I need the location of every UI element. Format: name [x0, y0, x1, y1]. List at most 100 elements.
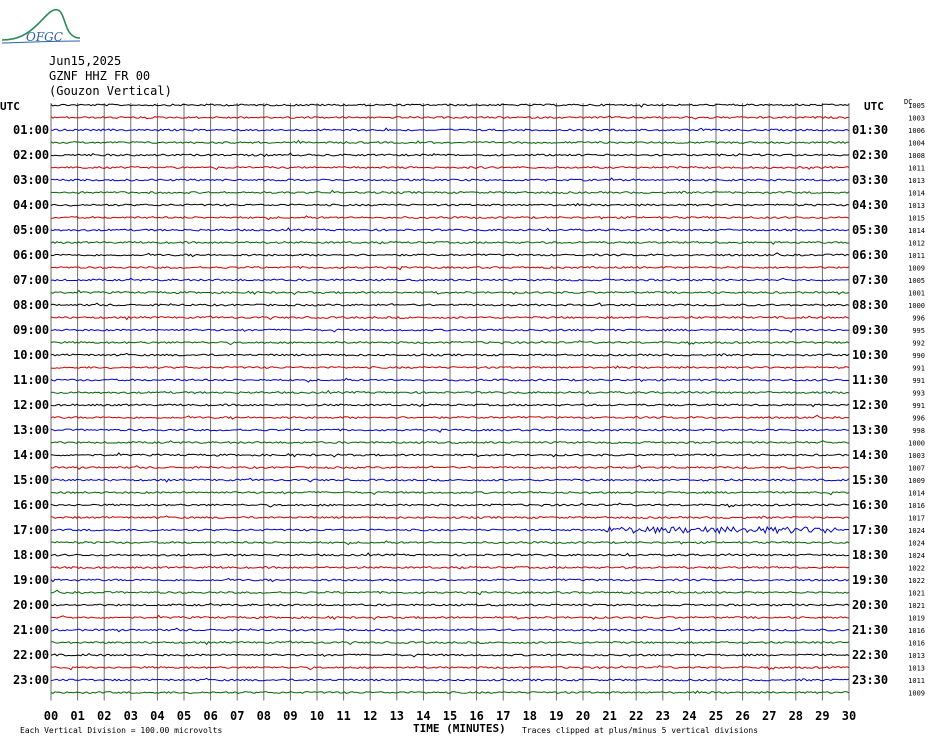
right-time-label: 11:30 — [852, 373, 888, 387]
left-utc-label: UTC — [0, 100, 20, 113]
dc-offset-label: 1011 — [908, 252, 925, 260]
x-tick-label: 26 — [735, 709, 749, 723]
right-time-label: 08:30 — [852, 298, 888, 312]
left-time-label: 16:00 — [13, 498, 49, 512]
right-time-label: 10:30 — [852, 348, 888, 362]
left-time-labels: 01:00 02:00 03:00 04:00 05:00 06:00 07:00 08:00… — [13, 123, 49, 687]
left-time-label: 12:00 — [13, 398, 49, 412]
footer-scale-note: Each Vertical Division = 100.00 microvol… — [20, 726, 222, 735]
dc-offset-label: 996 — [912, 315, 925, 323]
dc-offset-label: 1016 — [908, 627, 925, 635]
x-tick-label: 07 — [230, 709, 244, 723]
left-time-label: 17:00 — [13, 523, 49, 537]
left-time-label: 15:00 — [13, 473, 49, 487]
left-time-label: 11:00 — [13, 373, 49, 387]
left-time-label: 14:00 — [13, 448, 49, 462]
right-time-label: 05:30 — [852, 223, 888, 237]
x-tick-label: 21 — [602, 709, 616, 723]
right-time-label: 20:30 — [852, 598, 888, 612]
x-tick-label: 02 — [97, 709, 111, 723]
x-tick-label: 30 — [842, 709, 856, 723]
left-time-label: 19:00 — [13, 573, 49, 587]
dc-offset-label: 1000 — [908, 302, 925, 310]
dc-offset-labels: 1005 1003 1006 1004 1008 1011 1013 1014 1013 1015… — [908, 102, 925, 698]
left-time-label: 05:00 — [13, 223, 49, 237]
left-time-label: 18:00 — [13, 548, 49, 562]
dc-offset-label: 1007 — [908, 465, 925, 473]
left-time-label: 01:00 — [13, 123, 49, 137]
dc-offset-label: 1013 — [908, 177, 925, 185]
x-tick-label: 04 — [150, 709, 164, 723]
helicorder-plot: 01:00 02:00 03:00 04:00 05:00 06:00 07:00 08:00… — [0, 98, 925, 735]
left-time-label: 03:00 — [13, 173, 49, 187]
right-utc-label: UTC — [864, 100, 884, 113]
dc-offset-label: 990 — [912, 352, 925, 360]
dc-offset-label: 1024 — [908, 540, 925, 548]
dc-offset-label: 995 — [912, 327, 925, 335]
x-tick-label: 03 — [124, 709, 138, 723]
dc-offset-label: 1013 — [908, 202, 925, 210]
left-time-label: 07:00 — [13, 273, 49, 287]
right-time-label: 12:30 — [852, 398, 888, 412]
x-tick-label: 17 — [496, 709, 510, 723]
x-tick-label: 08 — [257, 709, 271, 723]
x-axis-label: TIME (MINUTES) — [413, 722, 506, 735]
left-time-label: 13:00 — [13, 423, 49, 437]
x-tick-label: 29 — [815, 709, 829, 723]
dc-offset-label: 1022 — [908, 565, 925, 573]
dc-offset-label: 1006 — [908, 127, 925, 135]
dc-offset-label: 1014 — [908, 490, 925, 498]
x-tick-label: 14 — [416, 709, 430, 723]
right-time-label: 02:30 — [852, 148, 888, 162]
x-tick-label: 05 — [177, 709, 191, 723]
dc-offset-label: 1022 — [908, 577, 925, 585]
left-time-label: 08:00 — [13, 298, 49, 312]
right-time-label: 01:30 — [852, 123, 888, 137]
dc-offset-label: 1005 — [908, 277, 925, 285]
dc-offset-label: 1001 — [908, 290, 925, 298]
x-tick-label: 12 — [363, 709, 377, 723]
right-time-label: 19:30 — [852, 573, 888, 587]
x-tick-label: 23 — [656, 709, 670, 723]
dc-offset-label: 1003 — [908, 452, 925, 460]
dc-offset-label: 1004 — [908, 140, 925, 148]
dc-offset-label: 1017 — [908, 515, 925, 523]
x-tick-label: 11 — [336, 709, 350, 723]
dc-offset-label: 1013 — [908, 652, 925, 660]
right-time-label: 07:30 — [852, 273, 888, 287]
left-time-label: 06:00 — [13, 248, 49, 262]
right-time-labels: 01:30 02:30 03:30 04:30 05:30 06:30 07:30 08:30… — [852, 123, 888, 687]
dc-offset-label: 1000 — [908, 440, 925, 448]
right-time-label: 23:30 — [852, 673, 888, 687]
right-time-label: 13:30 — [852, 423, 888, 437]
dc-offset-label: 992 — [912, 340, 925, 348]
dc-offset-label: 1016 — [908, 640, 925, 648]
dc-offset-label: 1009 — [908, 265, 925, 273]
x-tick-label: 00 — [44, 709, 58, 723]
dc-offset-label: 1012 — [908, 240, 925, 248]
right-time-label: 14:30 — [852, 448, 888, 462]
right-time-label: 15:30 — [852, 473, 888, 487]
footer-clip-note: Traces clipped at plus/minus 5 vertical … — [522, 726, 758, 735]
dc-offset-label: 1021 — [908, 590, 925, 598]
right-time-label: 03:30 — [852, 173, 888, 187]
left-time-label: 02:00 — [13, 148, 49, 162]
dc-offset-label: 1009 — [908, 690, 925, 698]
dc-offset-label: 991 — [912, 377, 925, 385]
dc-offset-label: 993 — [912, 390, 925, 398]
dc-offset-label: 1003 — [908, 115, 925, 123]
dc-offset-label: 1024 — [908, 552, 925, 560]
dc-offset-label: 998 — [912, 427, 925, 435]
dc-offset-label: 1008 — [908, 152, 925, 160]
left-time-label: 10:00 — [13, 348, 49, 362]
right-time-label: 18:30 — [852, 548, 888, 562]
dc-offset-label: 1014 — [908, 190, 925, 198]
x-tick-label: 16 — [469, 709, 483, 723]
x-tick-label: 19 — [549, 709, 563, 723]
x-tick-label: 15 — [443, 709, 457, 723]
right-time-label: 21:30 — [852, 623, 888, 637]
right-time-label: 09:30 — [852, 323, 888, 337]
dc-offset-label: 991 — [912, 365, 925, 373]
left-time-label: 21:00 — [13, 623, 49, 637]
dc-offset-label: 996 — [912, 415, 925, 423]
